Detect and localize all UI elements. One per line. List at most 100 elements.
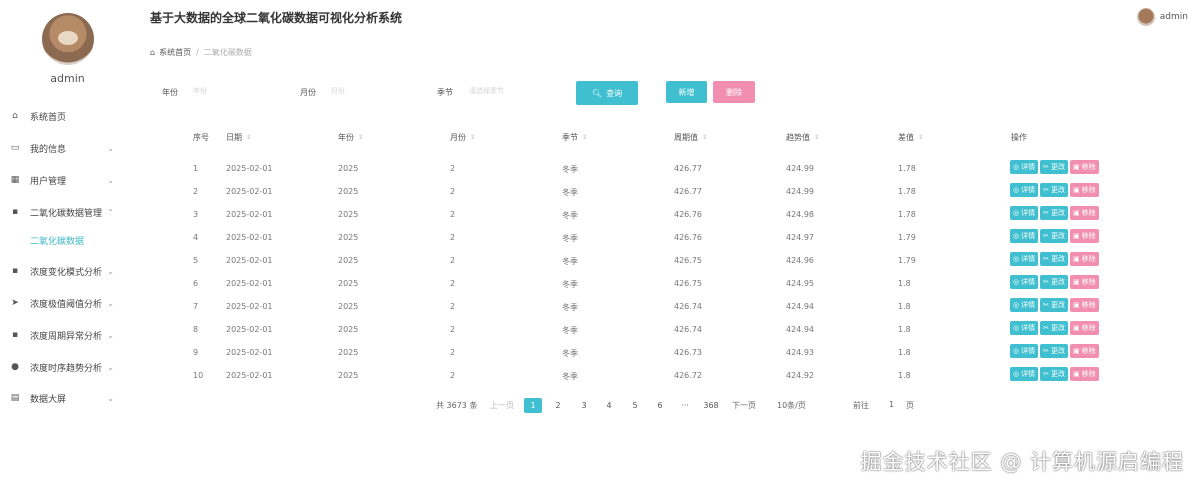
remove-button[interactable]: ▣ 移除 — [1069, 160, 1099, 174]
cell-diff: 1.8 — [898, 325, 911, 334]
page-3[interactable]: 3 — [575, 398, 593, 413]
home-icon: ⌂ — [150, 48, 156, 57]
sort-icon[interactable]: ⇕ — [918, 134, 923, 141]
edit-button[interactable]: ✂ 更改 — [1040, 344, 1068, 358]
page-1[interactable]: 1 — [524, 398, 542, 413]
top-user-menu[interactable]: admin — [1136, 8, 1188, 26]
col-month[interactable]: 月份 ⇕ — [450, 132, 475, 143]
cell-index: 1 — [193, 164, 199, 173]
detail-button[interactable]: ◎ 详情 — [1010, 183, 1039, 197]
sort-icon[interactable]: ⇕ — [358, 134, 363, 141]
season-select[interactable] — [469, 82, 549, 100]
col-date[interactable]: 日期 ⇕ — [226, 132, 251, 143]
breadcrumb: ⌂ 系统首页 / 二氧化碳数据 — [150, 47, 252, 58]
cell-period: 426.77 — [674, 164, 702, 173]
sidebar-item-user-management[interactable]: ▦ 用户管理 ⌄ — [0, 168, 130, 192]
row-actions: ◎ 详情 ✂ 更改 ▣ 移除 — [1010, 275, 1101, 289]
add-button[interactable]: 新增 — [666, 81, 707, 103]
scissors-icon: ✂ — [1043, 232, 1049, 240]
col-trend[interactable]: 趋势值 ⇕ — [786, 132, 819, 143]
page-6[interactable]: 6 — [651, 398, 669, 413]
sort-icon[interactable]: ⇕ — [582, 134, 587, 141]
scissors-icon: ✂ — [1043, 255, 1049, 263]
remove-button[interactable]: ▣ 移除 — [1069, 367, 1099, 381]
scissors-icon: ✂ — [1043, 278, 1049, 286]
sort-icon[interactable]: ⇕ — [470, 134, 475, 141]
sidebar-subitem-co2-data[interactable]: 二氧化碳数据 — [30, 234, 84, 247]
cell-period: 426.75 — [674, 256, 702, 265]
cell-year: 2025 — [338, 256, 359, 265]
remove-button[interactable]: ▣ 移除 — [1069, 183, 1099, 197]
detail-button[interactable]: ◎ 详情 — [1010, 252, 1039, 266]
chevron-down-icon: ⌄ — [107, 330, 114, 340]
col-season[interactable]: 季节 ⇕ — [562, 132, 587, 143]
remove-button[interactable]: ▣ 移除 — [1069, 321, 1099, 335]
sort-icon[interactable]: ⇕ — [702, 134, 707, 141]
detail-button[interactable]: ◎ 详情 — [1010, 367, 1039, 381]
edit-button[interactable]: ✂ 更改 — [1040, 206, 1068, 220]
page-ellipsis[interactable]: ··· — [676, 398, 694, 413]
edit-button[interactable]: ✂ 更改 — [1040, 160, 1068, 174]
month-input[interactable] — [331, 82, 411, 100]
col-diff[interactable]: 差值 ⇕ — [898, 132, 923, 143]
cell-month: 2 — [450, 325, 456, 334]
remove-button[interactable]: ▣ 移除 — [1069, 298, 1099, 312]
col-year[interactable]: 年份 ⇕ — [338, 132, 363, 143]
edit-button[interactable]: ✂ 更改 — [1040, 367, 1068, 381]
cell-period: 426.74 — [674, 302, 702, 311]
row-actions: ◎ 详情 ✂ 更改 ▣ 移除 — [1010, 321, 1101, 335]
goto-page-input[interactable]: 1 — [889, 400, 894, 409]
table-row: 10 2025-02-01 2025 2 冬季 426.72 424.92 1.… — [180, 364, 1120, 387]
remove-button[interactable]: ▣ 移除 — [1069, 206, 1099, 220]
search-icon: ◎ — [1013, 347, 1020, 355]
sidebar-item-extreme-threshold[interactable]: ➤ 浓度极值阈值分析 ⌄ — [0, 291, 130, 315]
detail-button[interactable]: ◎ 详情 — [1010, 298, 1039, 312]
detail-button[interactable]: ◎ 详情 — [1010, 275, 1039, 289]
delete-button[interactable]: 删除 — [713, 81, 755, 103]
chevron-down-icon: ⌄ — [107, 362, 114, 372]
table-row: 5 2025-02-01 2025 2 冬季 426.75 424.96 1.7… — [180, 249, 1120, 272]
edit-button[interactable]: ✂ 更改 — [1040, 298, 1068, 312]
col-period[interactable]: 周期值 ⇕ — [674, 132, 707, 143]
sort-icon[interactable]: ⇕ — [814, 134, 819, 141]
sort-icon[interactable]: ⇕ — [246, 134, 251, 141]
sidebar-item-time-trend[interactable]: ● 浓度时序趋势分析 ⌄ — [0, 355, 130, 379]
remove-button[interactable]: ▣ 移除 — [1069, 275, 1099, 289]
edit-button[interactable]: ✂ 更改 — [1040, 183, 1068, 197]
sidebar-item-change-pattern[interactable]: ▪ 浓度变化模式分析 ⌄ — [0, 259, 130, 283]
table-row: 1 2025-02-01 2025 2 冬季 426.77 424.99 1.7… — [180, 157, 1120, 180]
sidebar-item-co2-management[interactable]: ▪ 二氧化碳数据管理 ⌃ — [0, 200, 130, 224]
edit-button[interactable]: ✂ 更改 — [1040, 275, 1068, 289]
detail-button[interactable]: ◎ 详情 — [1010, 321, 1039, 335]
detail-button[interactable]: ◎ 详情 — [1010, 206, 1039, 220]
avatar[interactable] — [42, 13, 94, 65]
scissors-icon: ✂ — [1043, 347, 1049, 355]
page-4[interactable]: 4 — [600, 398, 618, 413]
page-size-select[interactable]: 10条/页 — [777, 400, 806, 411]
cell-date: 2025-02-01 — [226, 210, 273, 219]
page-2[interactable]: 2 — [549, 398, 567, 413]
table-row: 6 2025-02-01 2025 2 冬季 426.75 424.95 1.8… — [180, 272, 1120, 295]
remove-button[interactable]: ▣ 移除 — [1069, 344, 1099, 358]
search-button[interactable]: 🔍︎ 查询 — [576, 81, 638, 105]
edit-button[interactable]: ✂ 更改 — [1040, 252, 1068, 266]
cell-year: 2025 — [338, 279, 359, 288]
detail-button[interactable]: ◎ 详情 — [1010, 344, 1039, 358]
page-title: 基于大数据的全球二氧化碳数据可视化分析系统 — [150, 11, 403, 25]
remove-button[interactable]: ▣ 移除 — [1069, 229, 1099, 243]
detail-button[interactable]: ◎ 详情 — [1010, 160, 1039, 174]
prev-page-button[interactable]: 上一页 — [490, 400, 514, 411]
page-last[interactable]: 368 — [702, 398, 720, 413]
page-5[interactable]: 5 — [626, 398, 644, 413]
detail-button[interactable]: ◎ 详情 — [1010, 229, 1039, 243]
edit-button[interactable]: ✂ 更改 — [1040, 229, 1068, 243]
sidebar-item-period-anomaly[interactable]: ▪ 浓度周期异常分析 ⌄ — [0, 323, 130, 347]
next-page-button[interactable]: 下一页 — [732, 400, 756, 411]
breadcrumb-home[interactable]: 系统首页 — [159, 47, 191, 58]
edit-button[interactable]: ✂ 更改 — [1040, 321, 1068, 335]
sidebar-item-home[interactable]: ⌂ 系统首页 — [0, 104, 130, 128]
remove-button[interactable]: ▣ 移除 — [1069, 252, 1099, 266]
apps-icon: ▪ — [11, 207, 19, 217]
cell-index: 4 — [193, 233, 199, 242]
year-input[interactable] — [193, 82, 273, 100]
